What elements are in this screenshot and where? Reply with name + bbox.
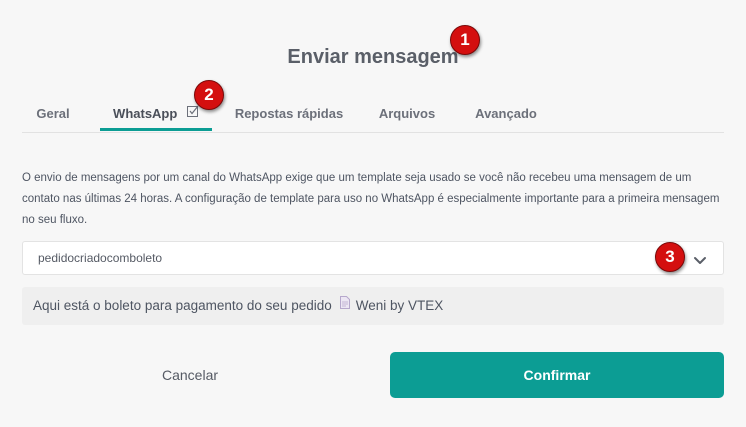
tab-label: WhatsApp <box>113 106 178 121</box>
tab-repostas-rapidas[interactable]: Repostas rápidas <box>226 96 352 131</box>
tab-label: Geral <box>36 106 70 121</box>
chevron-down-icon[interactable] <box>693 253 707 271</box>
annotation-badge-1: 1 <box>450 25 480 55</box>
tab-geral[interactable]: Geral <box>22 96 84 131</box>
template-select-value: pedidocriadocomboleto <box>38 251 163 265</box>
template-preview-text: Aqui está o boleto para pagamento do seu… <box>33 287 443 325</box>
template-select[interactable]: pedidocriadocomboleto <box>22 241 724 275</box>
tab-label: Repostas rápidas <box>234 106 344 121</box>
cancel-button[interactable]: Cancelar <box>22 352 358 398</box>
tab-bar: Geral WhatsApp Repostas rápidas Arquivos… <box>22 96 724 133</box>
tab-label: Avançado <box>475 106 537 121</box>
dialog-title: Enviar mensagem <box>287 46 459 68</box>
document-icon <box>339 286 350 324</box>
tab-label: Arquivos <box>378 106 436 121</box>
annotation-badge-3: 3 <box>655 242 685 272</box>
annotation-badge-2: 2 <box>194 80 224 110</box>
whatsapp-template-description: O envio de mensagens por um canal do Wha… <box>22 172 720 226</box>
preview-text-after: Weni by VTEX <box>355 298 444 313</box>
preview-text-before: Aqui está o boleto para pagamento do seu… <box>33 298 332 313</box>
confirm-button[interactable]: Confirmar <box>390 352 724 398</box>
tab-arquivos[interactable]: Arquivos <box>366 96 448 131</box>
tab-avancado[interactable]: Avançado <box>462 96 550 131</box>
template-preview: Aqui está o boleto para pagamento do seu… <box>22 287 724 325</box>
